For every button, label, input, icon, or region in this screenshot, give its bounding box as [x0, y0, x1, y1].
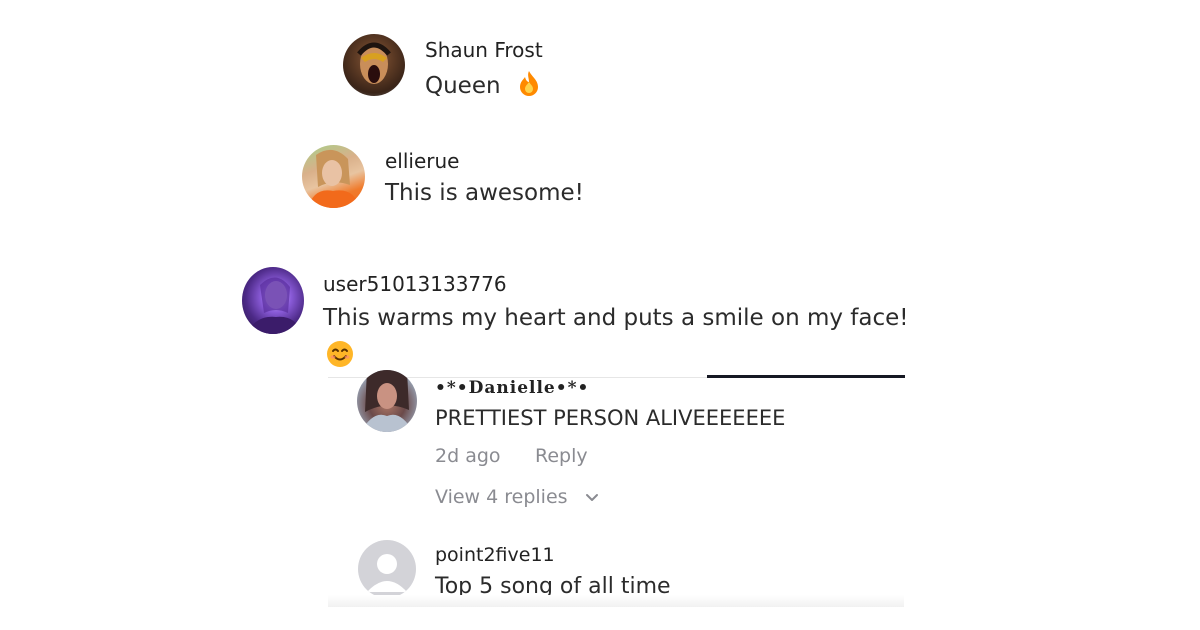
avatar[interactable] — [242, 267, 304, 334]
panel-bottom-fade — [328, 595, 904, 607]
avatar[interactable] — [357, 370, 417, 432]
avatar-image — [246, 277, 302, 334]
comment-text: Queen — [425, 70, 540, 99]
reply-username[interactable]: point2five11 — [435, 544, 555, 566]
comment-text: This is awesome! — [385, 180, 584, 206]
reply-button[interactable]: Reply — [535, 445, 588, 467]
fire-icon — [519, 71, 538, 96]
smiling-face-icon — [327, 341, 353, 367]
comment-username[interactable]: Shaun Frost — [425, 38, 543, 62]
reply-timestamp: 2d ago — [435, 445, 501, 467]
user-icon — [367, 554, 407, 592]
comment-emoji — [326, 340, 354, 374]
drag-handle[interactable] — [707, 375, 905, 378]
avatar-image — [308, 149, 360, 208]
view-replies-button[interactable]: View 4 replies — [435, 486, 568, 508]
reply-text: PRETTIEST PERSON ALIVEEEEEEE — [435, 406, 786, 430]
comment-username[interactable]: ellierue — [385, 149, 459, 173]
avatar[interactable] — [343, 34, 405, 96]
comment-text: This warms my heart and puts a smile on … — [323, 305, 909, 331]
chevron-down-icon[interactable] — [585, 490, 599, 504]
default-avatar[interactable] — [358, 540, 416, 598]
avatar[interactable] — [302, 145, 365, 208]
reply-username[interactable]: •*•Danielle•*• — [435, 378, 589, 398]
avatar-image — [357, 42, 391, 84]
avatar-image — [361, 370, 413, 432]
comment-text-content: Queen — [425, 73, 501, 99]
comment-username[interactable]: user51013133776 — [323, 272, 507, 296]
